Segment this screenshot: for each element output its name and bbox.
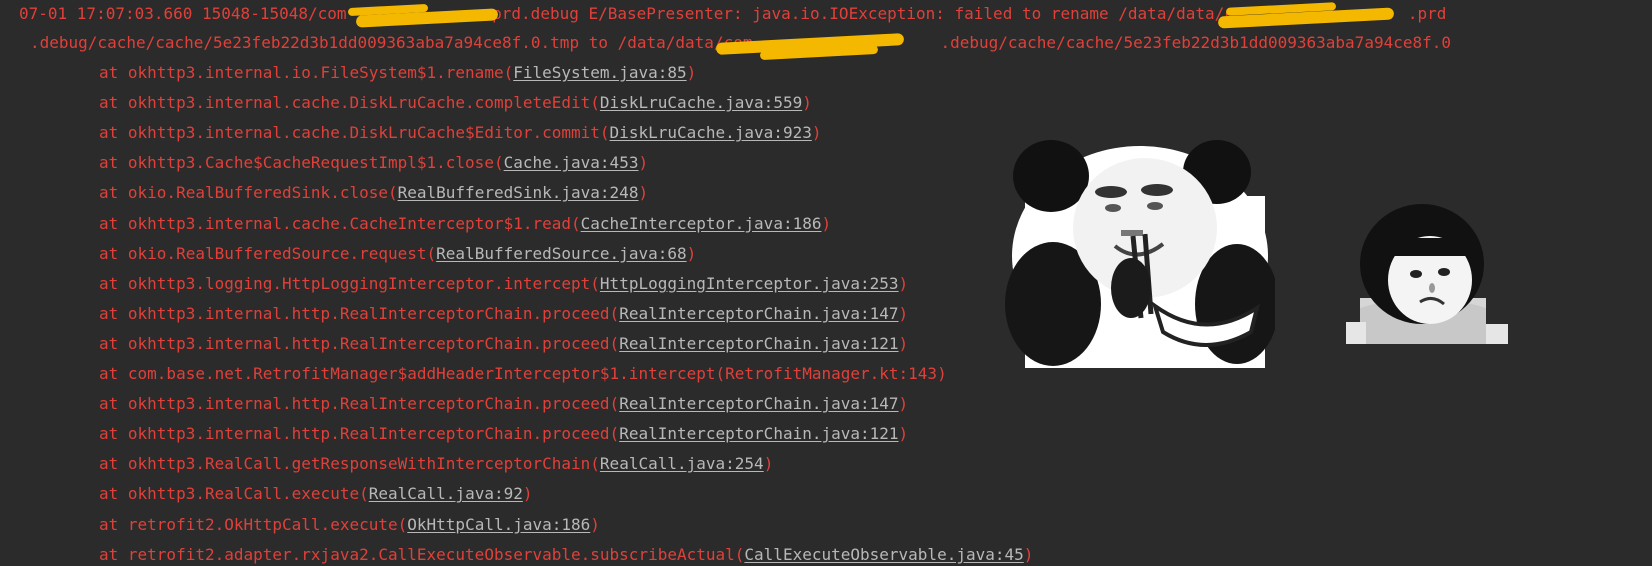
source-link[interactable]: RealCall.java:254: [600, 454, 764, 473]
paren-open: (: [571, 213, 581, 233]
log-text: .debug/cache/cache/5e23feb22d3b1dd009363…: [940, 33, 1452, 52]
source-link[interactable]: Cache.java:453: [504, 153, 639, 172]
stack-frame: at okhttp3.internal.http.RealInterceptor…: [99, 333, 908, 355]
paren-open: (: [609, 333, 620, 353]
paren-close: ): [686, 243, 697, 263]
stack-frame: at okio.RealBufferedSource.request(RealB…: [99, 243, 696, 265]
paren-close: ): [1023, 544, 1034, 564]
paren-close: ): [638, 153, 649, 173]
source-link[interactable]: CacheInterceptor.java:186: [581, 214, 822, 233]
log-text: .debug/cache/cache/5e23feb22d3b1dd009363…: [30, 33, 753, 52]
frame-method: at okhttp3.internal.cache.DiskLruCache$E…: [99, 123, 600, 143]
stack-frame: at okhttp3.RealCall.getResponseWithInter…: [99, 453, 773, 475]
source-link[interactable]: RealInterceptorChain.java:147: [619, 394, 898, 413]
paren-close: ): [898, 394, 909, 414]
paren-close: ): [898, 273, 909, 293]
frame-method: at okhttp3.RealCall.getResponseWithInter…: [99, 454, 591, 474]
stack-frame: at okio.RealBufferedSink.close(RealBuffe…: [99, 182, 648, 204]
paren-close: ): [821, 213, 832, 233]
panda-meme-icon: [1005, 140, 1275, 368]
paren-open: (: [387, 183, 398, 203]
paren-close: ): [590, 514, 600, 534]
source-link[interactable]: RealBufferedSource.java:68: [436, 244, 686, 263]
paren-open: (: [590, 93, 600, 113]
stack-frame: at okhttp3.internal.cache.DiskLruCache.c…: [99, 92, 812, 114]
stack-frame: at okhttp3.internal.cache.CacheIntercept…: [99, 213, 831, 235]
stack-frame: at okhttp3.internal.http.RealInterceptor…: [99, 423, 908, 445]
frame-method: at okhttp3.internal.io.FileSystem$1.rena…: [99, 63, 504, 82]
paren-close: ): [522, 484, 533, 504]
source-link[interactable]: HttpLoggingInterceptor.java:253: [600, 274, 899, 293]
paren-close: ): [898, 303, 909, 323]
paren-close: ): [937, 364, 947, 383]
paren-open: (: [397, 514, 408, 534]
paren-close: ): [898, 424, 909, 444]
paren-close: ): [811, 123, 822, 143]
frame-method: at okhttp3.internal.cache.CacheIntercept…: [99, 213, 572, 233]
paren-close: ): [802, 93, 812, 113]
frame-method: at okhttp3.Cache$CacheRequestImpl$1.clos…: [99, 153, 494, 173]
stack-frame: at okhttp3.logging.HttpLoggingIntercepto…: [99, 273, 908, 295]
stack-frame: at okhttp3.internal.cache.DiskLruCache$E…: [99, 122, 821, 144]
frame-method: at okhttp3.internal.http.RealInterceptor…: [99, 424, 610, 444]
frame-method: at okhttp3.internal.http.RealInterceptor…: [99, 303, 610, 323]
source-link[interactable]: RealBufferedSink.java:248: [398, 183, 639, 202]
frame-method: at okhttp3.internal.http.RealInterceptor…: [99, 333, 610, 353]
source-link[interactable]: FileSystem.java:85: [513, 63, 686, 82]
paren-close: ): [763, 454, 774, 474]
source-link[interactable]: RealInterceptorChain.java:147: [619, 304, 898, 323]
frame-method: at com.base.net.RetrofitManager$addHeade…: [99, 364, 716, 383]
stack-frame: at retrofit2.adapter.rxjava2.CallExecute…: [99, 544, 1033, 566]
paren-open: (: [503, 63, 514, 82]
log-text: .prd.debug E/BasePresenter: java.io.IOEx…: [482, 4, 1234, 23]
stack-frame: at com.base.net.RetrofitManager$addHeade…: [99, 363, 947, 385]
paren-open: (: [715, 364, 726, 383]
source-location: RetrofitManager.kt:143: [725, 364, 938, 383]
frame-method: at okio.RealBufferedSink.close: [99, 183, 388, 203]
paren-open: (: [590, 454, 600, 474]
paren-open: (: [609, 394, 620, 414]
paren-open: (: [609, 424, 620, 444]
bowl-cut-kid-meme-icon: [1346, 204, 1508, 344]
log-text: 07-01 17:07:03.660 15048-15048/com: [19, 4, 347, 23]
frame-method: at retrofit2.OkHttpCall.execute: [99, 514, 398, 534]
paren-open: (: [590, 273, 600, 293]
source-link[interactable]: CallExecuteObservable.java:45: [744, 545, 1023, 564]
source-link[interactable]: RealInterceptorChain.java:121: [619, 334, 898, 353]
log-text: .prd: [1407, 4, 1447, 23]
stack-frame: at okhttp3.RealCall.execute(RealCall.jav…: [99, 483, 533, 505]
source-link[interactable]: DiskLruCache.java:559: [600, 93, 802, 112]
source-link[interactable]: RealCall.java:92: [369, 484, 523, 503]
frame-method: at okhttp3.logging.HttpLoggingIntercepto…: [99, 273, 591, 293]
stack-frame: at okhttp3.internal.io.FileSystem$1.rena…: [99, 62, 696, 84]
source-link[interactable]: DiskLruCache.java:923: [610, 123, 812, 142]
frame-method: at okhttp3.internal.http.RealInterceptor…: [99, 394, 610, 414]
stack-frame: at okhttp3.internal.http.RealInterceptor…: [99, 393, 908, 415]
paren-open: (: [599, 123, 610, 143]
paren-open: (: [426, 243, 437, 263]
frame-method: at okhttp3.RealCall.execute: [99, 484, 360, 504]
paren-close: ): [638, 183, 649, 203]
stack-frame: at retrofit2.OkHttpCall.execute(OkHttpCa…: [99, 514, 600, 536]
stack-frame: at okhttp3.Cache$CacheRequestImpl$1.clos…: [99, 152, 648, 174]
paren-close: ): [686, 63, 697, 82]
frame-method: at retrofit2.adapter.rxjava2.CallExecute…: [99, 544, 735, 564]
source-link[interactable]: RealInterceptorChain.java:121: [619, 424, 898, 443]
paren-open: (: [493, 153, 504, 173]
paren-open: (: [734, 544, 745, 564]
frame-method: at okio.RealBufferedSource.request: [99, 243, 427, 263]
paren-close: ): [898, 333, 909, 353]
paren-open: (: [359, 484, 369, 504]
logcat-output: 07-01 17:07:03.660 15048-15048/com .prd.d…: [0, 0, 1652, 566]
stack-frame: at okhttp3.internal.http.RealInterceptor…: [99, 303, 908, 325]
frame-method: at okhttp3.internal.cache.DiskLruCache.c…: [99, 93, 591, 113]
paren-open: (: [609, 303, 620, 323]
source-link[interactable]: OkHttpCall.java:186: [407, 515, 590, 534]
